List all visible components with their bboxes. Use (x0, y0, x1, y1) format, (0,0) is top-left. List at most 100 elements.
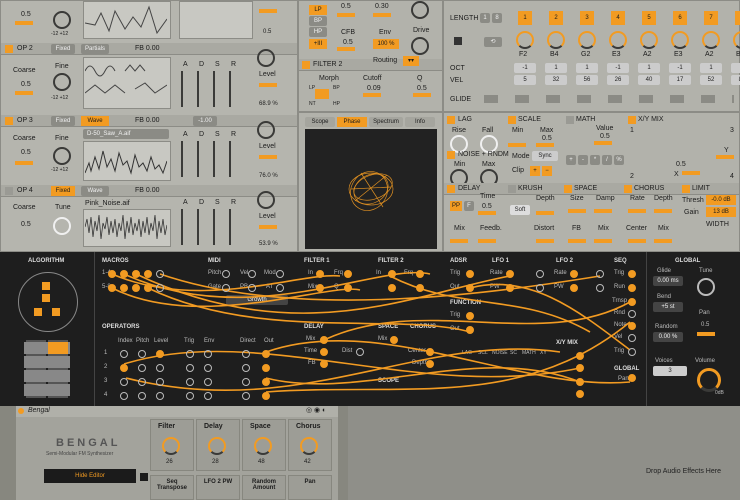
seq-vel-8[interactable]: 83 (731, 75, 740, 85)
chorus-rate-slider[interactable] (628, 209, 646, 213)
mod-jack[interactable] (570, 284, 578, 292)
seq-oct-6[interactable]: -1 (669, 63, 691, 73)
mod-jack[interactable] (628, 322, 636, 330)
tune-knob[interactable] (697, 278, 715, 296)
seq-oct-5[interactable]: 1 (638, 63, 660, 73)
op4-feedback[interactable]: FB 0.00 (135, 187, 160, 194)
device-window-controls[interactable]: ◎ ◉ ◐ (306, 406, 326, 414)
glide-value[interactable]: 0.00 ms (653, 276, 683, 286)
limit-thresh-value[interactable]: -0.0 dB (706, 195, 736, 205)
op2-level-knob[interactable] (257, 49, 275, 67)
seq-pitch-knob-2[interactable] (547, 31, 565, 49)
filter1-mode-button[interactable]: +III (309, 39, 327, 49)
mod-jack[interactable] (222, 270, 230, 278)
space-mix-slider[interactable] (594, 239, 612, 243)
delay-mix-slider[interactable] (450, 239, 468, 243)
op3-feedback[interactable]: FB 0.00 (135, 117, 160, 124)
macro-3-knob[interactable] (254, 437, 272, 455)
space-toggle[interactable] (564, 185, 572, 193)
op2-waveform-button[interactable]: Partials (81, 44, 109, 54)
mod-jack[interactable] (132, 284, 140, 292)
krush-soft-button[interactable]: Soft (510, 205, 530, 215)
math-op-add[interactable]: + (566, 155, 576, 165)
op3-level-slider[interactable] (259, 155, 277, 159)
seq-step-6[interactable]: 6 (673, 11, 687, 25)
mod-jack[interactable] (416, 270, 424, 278)
mod-jack[interactable] (248, 270, 256, 278)
seq-step-8[interactable]: 8 (735, 11, 740, 25)
mod-jack[interactable] (344, 270, 352, 278)
xymix-y-slider[interactable] (716, 155, 734, 159)
op1-coarse-slider[interactable] (15, 21, 33, 25)
mod-jack[interactable] (466, 326, 474, 334)
filter2-morph-pad[interactable] (315, 89, 329, 99)
operator-mod-jack[interactable] (120, 378, 128, 386)
mod-jack[interactable] (576, 364, 584, 372)
mod-jack[interactable] (570, 270, 578, 278)
limit-gain-value[interactable]: 13 dB (706, 207, 736, 217)
seq-pitch-knob-6[interactable] (671, 31, 689, 49)
delay-time-slider[interactable] (478, 211, 496, 215)
op3-coarse-slider[interactable] (15, 161, 33, 165)
seq-vel-5[interactable]: 40 (638, 75, 660, 85)
filter1-slider-b[interactable] (373, 13, 391, 17)
op2-enable-toggle[interactable] (5, 45, 13, 53)
operator-mod-jack[interactable] (120, 392, 128, 400)
op3-enable-toggle[interactable] (5, 117, 13, 125)
mod-jack[interactable] (156, 284, 164, 292)
operator-mod-jack[interactable] (262, 350, 270, 358)
seq-pitch-knob-8[interactable] (733, 31, 740, 49)
mod-jack[interactable] (628, 334, 636, 342)
mod-jack[interactable] (120, 284, 128, 292)
filter1-env-value[interactable]: 100 % (373, 39, 399, 49)
seq-vel-4[interactable]: 26 (607, 75, 629, 85)
operator-mod-jack[interactable] (186, 350, 194, 358)
mod-jack[interactable] (596, 270, 604, 278)
mod-jack[interactable] (248, 284, 256, 292)
seq-step-7[interactable]: 7 (704, 11, 718, 25)
scope-tab-scope[interactable]: Scope (305, 117, 335, 127)
mod-jack[interactable] (356, 348, 364, 356)
seq-pitch-knob-4[interactable] (609, 31, 627, 49)
scope-tab-spectrum[interactable]: Spectrum (369, 117, 403, 127)
mod-jack[interactable] (466, 270, 474, 278)
bend-value[interactable]: +5 st (653, 302, 683, 312)
op3-level-knob[interactable] (257, 121, 275, 139)
limit-toggle[interactable] (682, 185, 690, 193)
lag-toggle[interactable] (447, 116, 455, 124)
delay-feedb-slider[interactable] (478, 239, 496, 243)
seq-pitch-knob-5[interactable] (640, 31, 658, 49)
operator-mod-jack[interactable] (120, 350, 128, 358)
op2-mode-button[interactable]: Fixed (51, 44, 75, 54)
operator-mod-jack[interactable] (204, 392, 212, 400)
seq-vel-3[interactable]: 56 (576, 75, 598, 85)
math-value-slider[interactable] (594, 141, 612, 145)
operator-mod-jack[interactable] (186, 364, 194, 372)
mod-jack[interactable] (320, 336, 328, 344)
seq-oct-1[interactable]: -1 (514, 63, 536, 73)
seq-pitch-knob-1[interactable] (516, 31, 534, 49)
space-damp-slider[interactable] (594, 209, 612, 213)
mod-jack[interactable] (506, 284, 514, 292)
chorus-depth-slider[interactable] (654, 209, 672, 213)
seq-step-1[interactable]: 1 (518, 11, 532, 25)
seq-length-a[interactable]: 1 (480, 13, 490, 23)
op4-tune-knob[interactable] (53, 217, 71, 235)
macro-4-knob[interactable] (300, 437, 318, 455)
mod-jack[interactable] (320, 360, 328, 368)
mod-jack[interactable] (388, 284, 396, 292)
scale-mode-select[interactable]: Sync (532, 151, 558, 161)
seq-oct-4[interactable]: -1 (607, 63, 629, 73)
operator-mod-jack[interactable] (138, 392, 146, 400)
mod-jack[interactable] (108, 270, 116, 278)
mod-jack[interactable] (276, 270, 284, 278)
math-op-sub[interactable]: - (578, 155, 588, 165)
mod-jack[interactable] (316, 284, 324, 292)
delay-toggle[interactable] (447, 185, 455, 193)
seq-glide-row[interactable] (484, 95, 734, 103)
mod-jack[interactable] (390, 336, 398, 344)
random-value[interactable]: 0.00 % (653, 332, 683, 342)
chorus-toggle[interactable] (624, 185, 632, 193)
mod-jack[interactable] (628, 310, 636, 318)
hide-editor-button[interactable]: Hide Editor (44, 469, 136, 483)
